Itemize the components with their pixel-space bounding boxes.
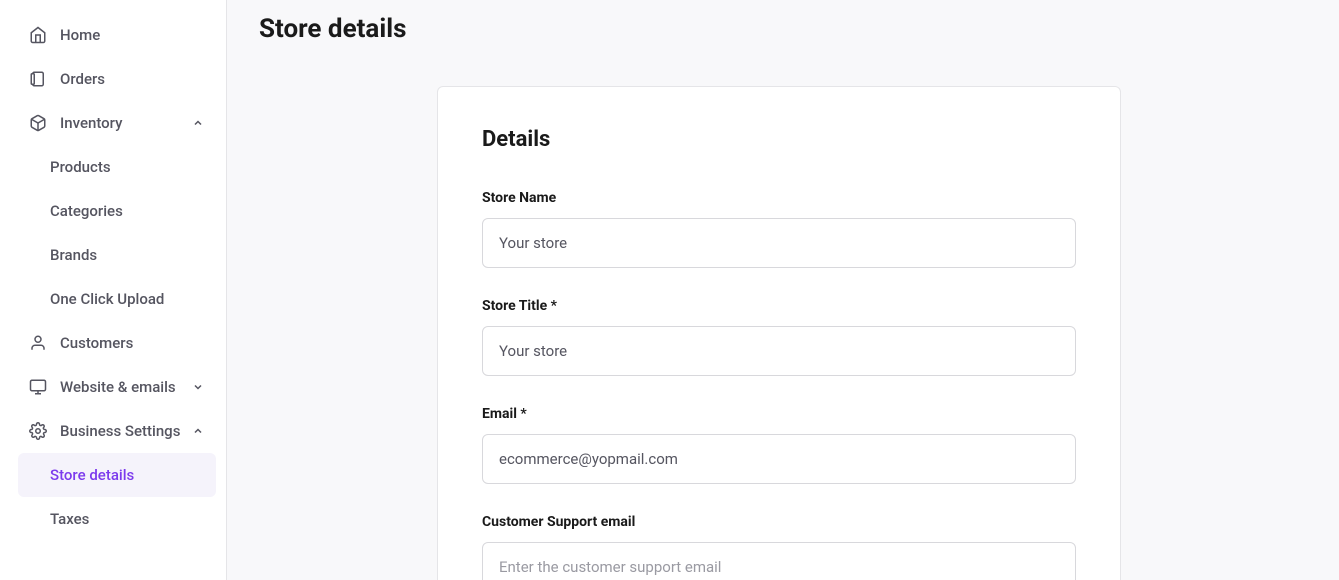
support-email-label: Customer Support email — [482, 514, 1076, 530]
home-icon — [28, 25, 48, 45]
store-name-label: Store Name — [482, 190, 1076, 206]
sidebar-item-label: Home — [60, 26, 206, 44]
chevron-up-icon — [190, 115, 206, 131]
store-title-input[interactable] — [482, 326, 1076, 376]
monitor-icon — [28, 377, 48, 397]
store-name-input[interactable] — [482, 218, 1076, 268]
sidebar: Home Orders Inventory Products Categorie… — [0, 0, 227, 580]
sidebar-item-label: Website & emails — [60, 378, 190, 396]
sidebar-subitem-store-details[interactable]: Store details — [18, 453, 216, 497]
sidebar-item-label: Business Settings — [60, 422, 190, 440]
sidebar-item-orders[interactable]: Orders — [18, 57, 216, 101]
sidebar-subitem-products[interactable]: Products — [18, 145, 216, 189]
sidebar-item-home[interactable]: Home — [18, 13, 216, 57]
sidebar-subitem-brands[interactable]: Brands — [18, 233, 216, 277]
email-label: Email * — [482, 406, 1076, 422]
email-input[interactable] — [482, 434, 1076, 484]
sidebar-subitem-label: One Click Upload — [50, 290, 164, 308]
support-email-input[interactable] — [482, 542, 1076, 580]
sidebar-subitem-categories[interactable]: Categories — [18, 189, 216, 233]
form-group-email: Email * — [482, 406, 1076, 484]
chevron-up-icon — [190, 423, 206, 439]
inventory-icon — [28, 113, 48, 133]
form-group-support-email: Customer Support email — [482, 514, 1076, 580]
main-content: Store details Details Store Name Store T… — [227, 0, 1339, 580]
chevron-down-icon — [190, 379, 206, 395]
sidebar-subitem-label: Products — [50, 158, 111, 176]
sidebar-subitem-label: Categories — [50, 202, 123, 220]
gear-icon — [28, 421, 48, 441]
sidebar-item-label: Customers — [60, 334, 206, 352]
sidebar-item-customers[interactable]: Customers — [18, 321, 216, 365]
sidebar-subitem-label: Taxes — [50, 510, 89, 528]
sidebar-item-website-emails[interactable]: Website & emails — [18, 365, 216, 409]
sidebar-subitem-label: Brands — [50, 246, 97, 264]
sidebar-item-label: Inventory — [60, 114, 190, 132]
sidebar-subitem-taxes[interactable]: Taxes — [18, 497, 216, 541]
card-title: Details — [482, 127, 1076, 152]
sidebar-item-business-settings[interactable]: Business Settings — [18, 409, 216, 453]
sidebar-item-label: Orders — [60, 70, 206, 88]
details-card: Details Store Name Store Title * Email *… — [437, 86, 1121, 580]
sidebar-item-inventory[interactable]: Inventory — [18, 101, 216, 145]
customers-icon — [28, 333, 48, 353]
page-title: Store details — [259, 14, 1299, 44]
orders-icon — [28, 69, 48, 89]
form-group-store-name: Store Name — [482, 190, 1076, 268]
sidebar-subitem-label: Store details — [50, 466, 134, 484]
form-group-store-title: Store Title * — [482, 298, 1076, 376]
store-title-label: Store Title * — [482, 298, 1076, 314]
sidebar-subitem-one-click-upload[interactable]: One Click Upload — [18, 277, 216, 321]
